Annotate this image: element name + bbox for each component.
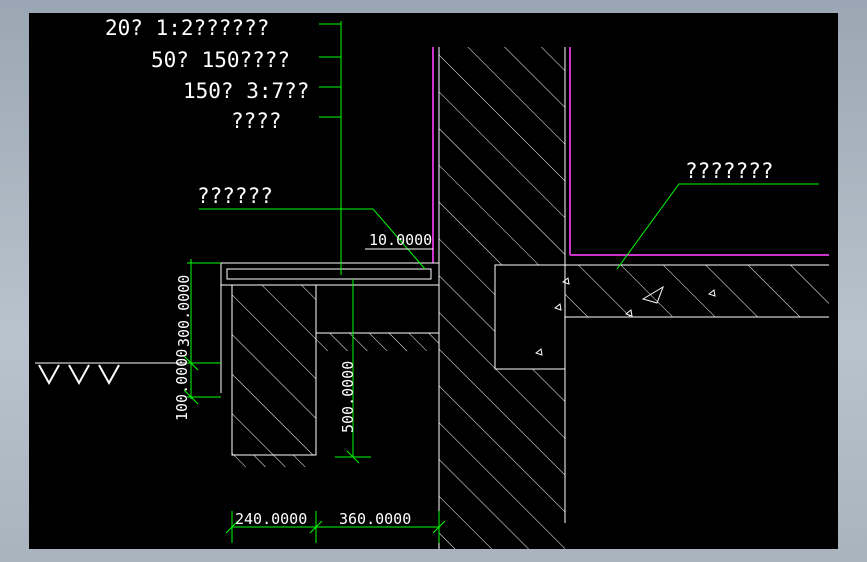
layer-label-4: ???? — [231, 109, 282, 133]
apron-label: ?????? — [197, 184, 273, 208]
base-width-dim: 240.0000 — [235, 510, 307, 528]
svg-text:˙ ˙ ˙ ˙ ˙ ˙ ˙ ˙ ˙ ˙ ˙ ˙: ˙ ˙ ˙ ˙ ˙ ˙ ˙ ˙ ˙ ˙ ˙ ˙ — [259, 268, 370, 277]
layer-label-1: 20? 1:2?????? — [105, 16, 269, 40]
layer-label-2: 50? 150???? — [151, 48, 290, 72]
ground-symbol — [35, 362, 189, 386]
apron-step: ˙ ˙ ˙ ˙ ˙ ˙ ˙ ˙ ˙ ˙ ˙ ˙ — [220, 262, 440, 467]
layer-label-3: 150? 3:7?? — [183, 79, 309, 103]
floor-leader-line — [616, 183, 819, 270]
wall-depth-dim: 500.0000 — [339, 361, 357, 433]
offset-width-dim: 360.0000 — [339, 510, 411, 528]
step-height-dim: 300.0000 — [175, 275, 193, 347]
elevation-value: 10.0000 — [369, 231, 432, 249]
floor-slab — [494, 264, 829, 370]
cad-drawing-canvas[interactable]: ˙ ˙ ˙ ˙ ˙ ˙ ˙ ˙ ˙ ˙ ˙ ˙ 20? 1:2?????? 50… — [29, 13, 838, 549]
left-dimensions: 300.0000 100.0000 — [173, 259, 221, 421]
section-drawing: ˙ ˙ ˙ ˙ ˙ ˙ ˙ ˙ ˙ ˙ ˙ ˙ 20? 1:2?????? 50… — [35, 16, 829, 549]
floor-label: ??????? — [685, 159, 774, 183]
bottom-dimensions: 240.0000 360.0000 — [225, 510, 446, 543]
wall-depth-dimension: 500.0000 — [335, 279, 371, 464]
apron-height-dim: 100.0000 — [173, 349, 191, 421]
